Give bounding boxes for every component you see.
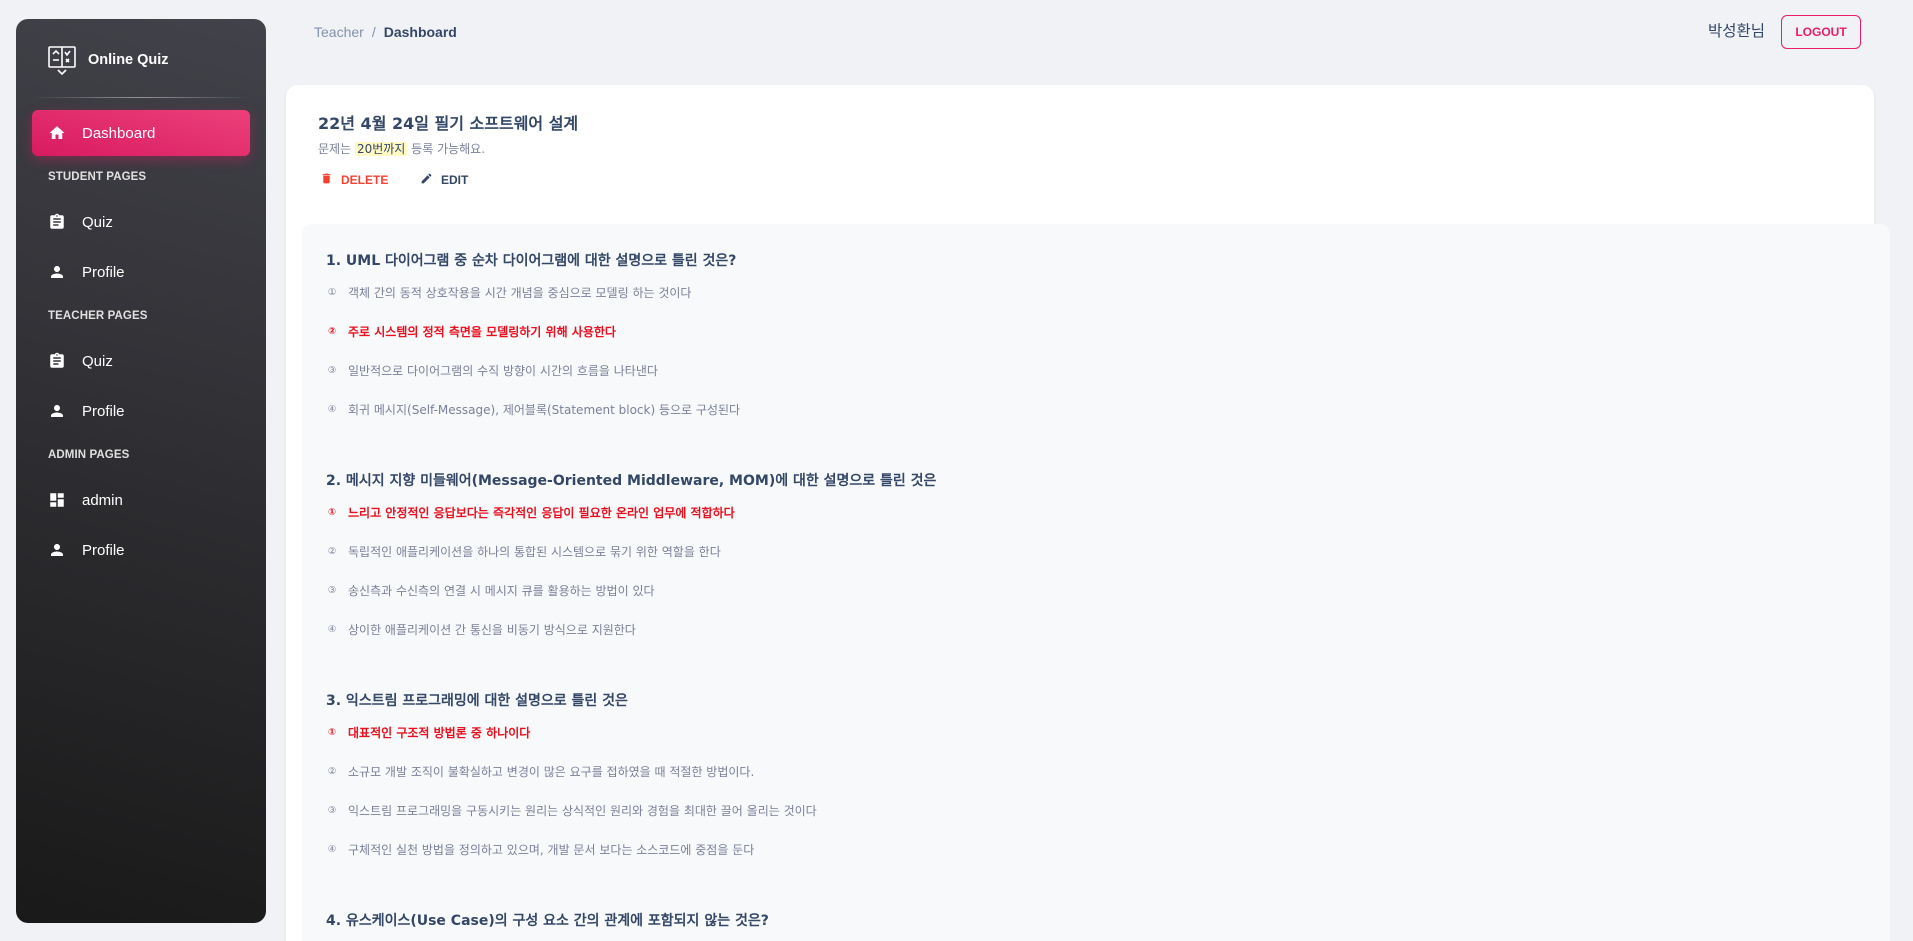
- choice-item[interactable]: ④ 상이한 애플리케이션 간 통신을 비동기 방식으로 지원한다: [326, 621, 636, 638]
- choice-text: 상이한 애플리케이션 간 통신을 비동기 방식으로 지원한다: [348, 623, 636, 637]
- delete-label: DELETE: [341, 173, 389, 187]
- brand[interactable]: Online Quiz: [46, 43, 169, 77]
- sidebar-item-dashboard[interactable]: Dashboard: [32, 110, 250, 156]
- person-icon: [48, 402, 66, 420]
- breadcrumb-teacher[interactable]: Teacher: [314, 24, 364, 40]
- choice-text: 송신측과 수신측의 연결 시 메시지 큐를 활용하는 방법이 있다: [348, 584, 655, 598]
- section-label-student: STUDENT PAGES: [48, 171, 147, 183]
- sidebar-item-student-quiz[interactable]: Quiz: [32, 199, 250, 245]
- choice-number: ③: [327, 365, 337, 376]
- quiz-subtitle-suffix: 등록 가능해요.: [411, 142, 486, 156]
- question-item: 4. 유스케이스(Use Case)의 구성 요소 간의 관계에 포함되지 않는…: [326, 910, 769, 930]
- sidebar-divider: [32, 97, 250, 98]
- question-title: 4. 유스케이스(Use Case)의 구성 요소 간의 관계에 포함되지 않는…: [326, 913, 769, 929]
- choice-number: ①: [327, 507, 337, 518]
- choice-number: ④: [327, 404, 337, 415]
- choice-number: ①: [327, 287, 337, 298]
- sidebar-item-admin-profile[interactable]: Profile: [32, 527, 250, 573]
- section-label-teacher: TEACHER PAGES: [48, 310, 148, 322]
- choice-text: 독립적인 애플리케이션을 하나의 통합된 시스템으로 묶기 위한 역할을 한다: [348, 545, 721, 559]
- choice-item[interactable]: ① 객체 간의 동적 상호작용을 시간 개념을 중심으로 모델링 하는 것이다: [326, 284, 692, 301]
- choice-text: 구체적인 실천 방법을 정의하고 있으며, 개발 문서 보다는 소스코드에 중점…: [348, 843, 755, 857]
- question-title: 2. 메시지 지향 미들웨어(Message-Oriented Middlewa…: [326, 473, 937, 489]
- choice-number: ②: [327, 766, 337, 777]
- choice-item[interactable]: ③ 일반적으로 다이어그램의 수직 방향이 시간의 흐름을 나타낸다: [326, 362, 658, 379]
- pencil-icon: [420, 172, 433, 188]
- quiz-logo-icon: [46, 44, 78, 76]
- assignment-icon: [48, 213, 66, 231]
- assignment-icon: [48, 352, 66, 370]
- sidebar-item-label: Profile: [82, 263, 125, 281]
- choice-item[interactable]: ④ 구체적인 실천 방법을 정의하고 있으며, 개발 문서 보다는 소스코드에 …: [326, 841, 755, 858]
- sidebar-item-teacher-quiz[interactable]: Quiz: [32, 338, 250, 384]
- breadcrumb: Teacher / Dashboard: [314, 24, 457, 40]
- sidebar-item-label: Profile: [82, 402, 125, 420]
- person-icon: [48, 263, 66, 281]
- choice-number: ②: [327, 546, 337, 557]
- section-label-admin: ADMIN PAGES: [48, 449, 130, 461]
- choice-number: ③: [327, 585, 337, 596]
- sidebar-item-label: admin: [82, 491, 123, 509]
- choice-text: 주로 시스템의 정적 측면을 모델링하기 위해 사용한다: [348, 325, 616, 339]
- quiz-title: 22년 4월 24일 필기 소프트웨어 설계: [318, 114, 579, 133]
- breadcrumb-current: Dashboard: [383, 24, 457, 40]
- choice-text: 익스트림 프로그래밍을 구동시키는 원리는 상식적인 원리와 경험을 최대한 끌…: [348, 804, 817, 818]
- question-title: 1. UML 다이어그램 중 순차 다이어그램에 대한 설명으로 틀린 것은?: [326, 253, 737, 269]
- choice-item-correct[interactable]: ② 주로 시스템의 정적 측면을 모델링하기 위해 사용한다: [326, 323, 616, 340]
- sidebar-item-label: Dashboard: [82, 124, 156, 142]
- choice-number: ②: [327, 326, 337, 337]
- edit-button[interactable]: EDIT: [420, 172, 468, 188]
- sidebar-item-teacher-profile[interactable]: Profile: [32, 388, 250, 434]
- edit-label: EDIT: [441, 173, 469, 187]
- choice-number: ④: [327, 624, 337, 635]
- trash-icon: [320, 172, 333, 188]
- question-item: 3. 익스트림 프로그래밍에 대한 설명으로 틀린 것은 ① 대표적인 구조적 …: [326, 690, 817, 857]
- person-icon: [48, 541, 66, 559]
- choice-number: ③: [327, 805, 337, 816]
- sidebar-item-label: Profile: [82, 541, 125, 559]
- logout-button[interactable]: LOGOUT: [1781, 15, 1861, 49]
- choice-item-correct[interactable]: ① 대표적인 구조적 방법론 중 하나이다: [326, 724, 530, 741]
- brand-name: Online Quiz: [88, 52, 169, 68]
- choice-text: 일반적으로 다이어그램의 수직 방향이 시간의 흐름을 나타낸다: [348, 364, 658, 378]
- question-title: 3. 익스트림 프로그래밍에 대한 설명으로 틀린 것은: [326, 693, 628, 709]
- breadcrumb-separator: /: [371, 24, 376, 40]
- user-name: 박성환님: [1708, 22, 1766, 40]
- choice-item[interactable]: ④ 회귀 메시지(Self-Message), 제어블록(Statement b…: [326, 401, 740, 418]
- quiz-subtitle-prefix: 문제는: [318, 142, 352, 156]
- sidebar-item-admin[interactable]: admin: [32, 477, 250, 523]
- quiz-limit-highlight: 20번까지: [354, 142, 408, 156]
- home-icon: [48, 124, 66, 142]
- sidebar-item-label: Quiz: [82, 213, 113, 231]
- sidebar-item-student-profile[interactable]: Profile: [32, 249, 250, 295]
- choice-text: 느리고 안정적인 응답보다는 즉각적인 응답이 필요한 온라인 업무에 적합하다: [348, 506, 735, 520]
- sidebar: Online Quiz Dashboard STUDENT PAGES Quiz…: [16, 19, 266, 923]
- choice-text: 소규모 개발 조직이 불확실하고 변경이 많은 요구를 접하였을 때 적절한 방…: [348, 765, 755, 779]
- quiz-subtitle: 문제는 20번까지 등록 가능해요.: [318, 140, 485, 157]
- choice-item[interactable]: ② 독립적인 애플리케이션을 하나의 통합된 시스템으로 묶기 위한 역할을 한…: [326, 543, 721, 560]
- sidebar-item-label: Quiz: [82, 352, 113, 370]
- dashboard-grid-icon: [48, 491, 66, 509]
- question-item: 2. 메시지 지향 미들웨어(Message-Oriented Middlewa…: [326, 470, 937, 637]
- delete-button[interactable]: DELETE: [320, 172, 388, 188]
- choice-item-correct[interactable]: ① 느리고 안정적인 응답보다는 즉각적인 응답이 필요한 온라인 업무에 적합…: [326, 504, 735, 521]
- choice-text: 회귀 메시지(Self-Message), 제어블록(Statement blo…: [348, 403, 741, 417]
- choice-text: 대표적인 구조적 방법론 중 하나이다: [348, 726, 531, 740]
- choice-number: ④: [327, 844, 337, 855]
- choice-number: ①: [327, 727, 337, 738]
- choice-text: 객체 간의 동적 상호작용을 시간 개념을 중심으로 모델링 하는 것이다: [348, 286, 692, 300]
- choice-item[interactable]: ③ 송신측과 수신측의 연결 시 메시지 큐를 활용하는 방법이 있다: [326, 582, 655, 599]
- choice-item[interactable]: ③ 익스트림 프로그래밍을 구동시키는 원리는 상식적인 원리와 경험을 최대한…: [326, 802, 817, 819]
- question-item: 1. UML 다이어그램 중 순차 다이어그램에 대한 설명으로 틀린 것은? …: [326, 250, 740, 417]
- choice-item[interactable]: ② 소규모 개발 조직이 불확실하고 변경이 많은 요구를 접하였을 때 적절한…: [326, 763, 755, 780]
